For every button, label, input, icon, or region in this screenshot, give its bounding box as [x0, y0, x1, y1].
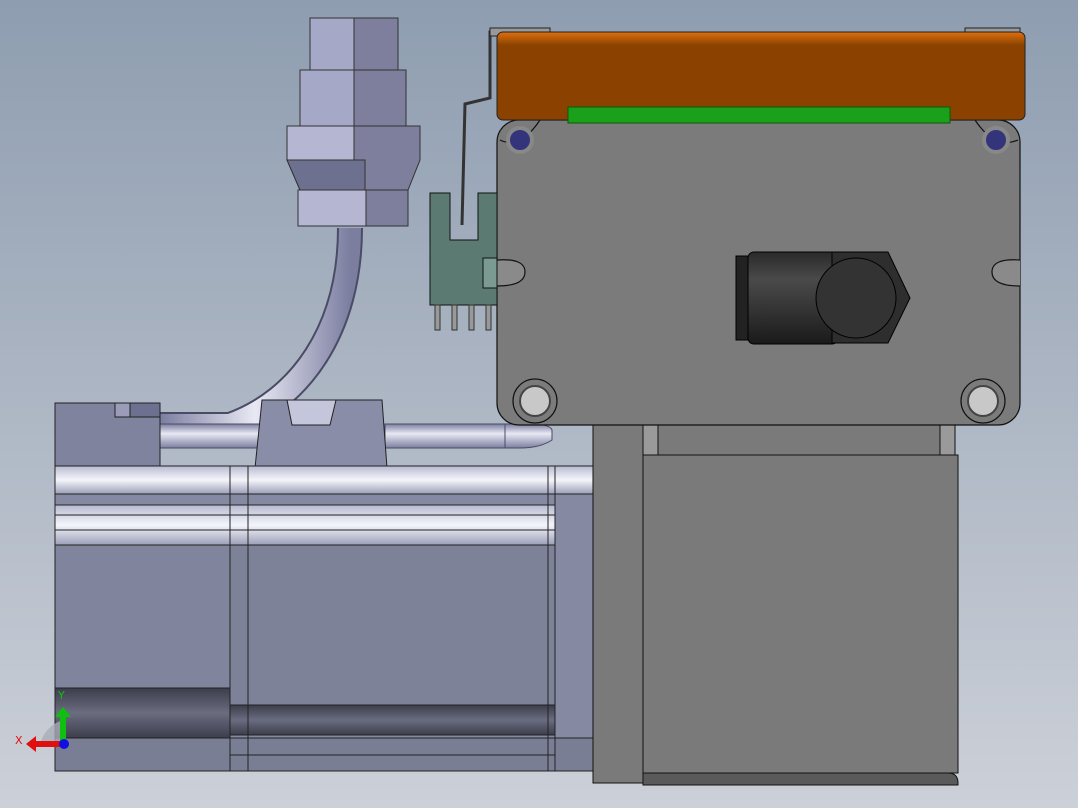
triad-y-label: Y: [57, 689, 65, 702]
cad-viewport[interactable]: Y X: [0, 0, 1078, 808]
gearbox: [592, 424, 959, 786]
screw-hole: [967, 385, 999, 417]
servo-motor-body: [54, 465, 596, 772]
z-axis-dot: [59, 739, 69, 749]
cable-clamp: [254, 399, 388, 469]
screw-hole: [506, 126, 534, 154]
top-cover: [489, 27, 1026, 121]
encoder-housing: [54, 402, 161, 469]
triad-x-label: X: [15, 734, 23, 747]
screw-hole: [519, 385, 551, 417]
circuit-board: [567, 106, 951, 124]
sensor-barrel: [735, 251, 911, 345]
screw-hole: [982, 126, 1010, 154]
